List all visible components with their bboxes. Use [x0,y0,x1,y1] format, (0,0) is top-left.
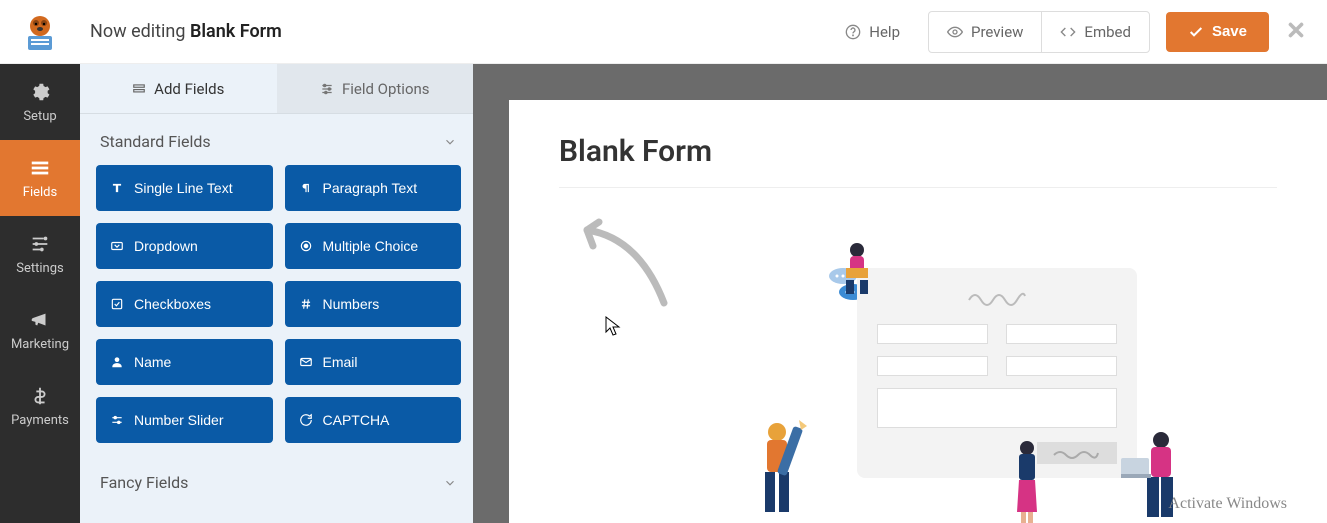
field-name[interactable]: Name [96,339,273,385]
section-fancy-fields[interactable]: Fancy Fields [96,455,465,506]
field-email[interactable]: Email [285,339,462,385]
nav-marketing[interactable]: Marketing [0,292,80,368]
canvas-area: Blank Form [473,64,1327,523]
nav-payments[interactable]: Payments [0,368,80,444]
windows-watermark: Activate Windows [1168,495,1287,513]
tab-field-options[interactable]: Field Options [277,64,474,113]
hint-arrow-icon [569,218,679,328]
preview-button[interactable]: Preview [929,12,1041,52]
form-illustration [857,268,1137,478]
tab-add-fields[interactable]: Add Fields [80,64,277,113]
field-single-line-text[interactable]: Single Line Text [96,165,273,211]
field-multiple-choice[interactable]: Multiple Choice [285,223,462,269]
field-numbers[interactable]: Numbers [285,281,462,327]
close-button[interactable] [1285,19,1307,45]
section-standard-fields[interactable]: Standard Fields [96,114,465,165]
cursor-icon [605,316,621,336]
wpforms-logo [0,12,80,52]
person-standing-icon [1007,438,1047,523]
help-link[interactable]: Help [827,12,918,52]
save-button[interactable]: Save [1166,12,1269,52]
field-checkboxes[interactable]: Checkboxes [96,281,273,327]
embed-button[interactable]: Embed [1041,12,1149,52]
person-sitting-laptop-icon [832,240,882,300]
nav-settings[interactable]: Settings [0,216,80,292]
field-number-slider[interactable]: Number Slider [96,397,273,443]
empty-form-placeholder[interactable] [559,218,1277,518]
person-writing-pencil-icon [747,418,817,523]
field-captcha[interactable]: CAPTCHA [285,397,462,443]
nav-fields[interactable]: Fields [0,140,80,216]
field-dropdown[interactable]: Dropdown [96,223,273,269]
fields-panel: Add Fields Field Options Standard Fields… [80,64,473,523]
nav-setup[interactable]: Setup [0,64,80,140]
form-title: Blank Form [559,134,1277,188]
field-paragraph-text[interactable]: Paragraph Text [285,165,462,211]
editing-label: Now editing Blank Form [80,21,827,42]
nav-rail: Setup Fields Settings Marketing Payments [0,64,80,523]
